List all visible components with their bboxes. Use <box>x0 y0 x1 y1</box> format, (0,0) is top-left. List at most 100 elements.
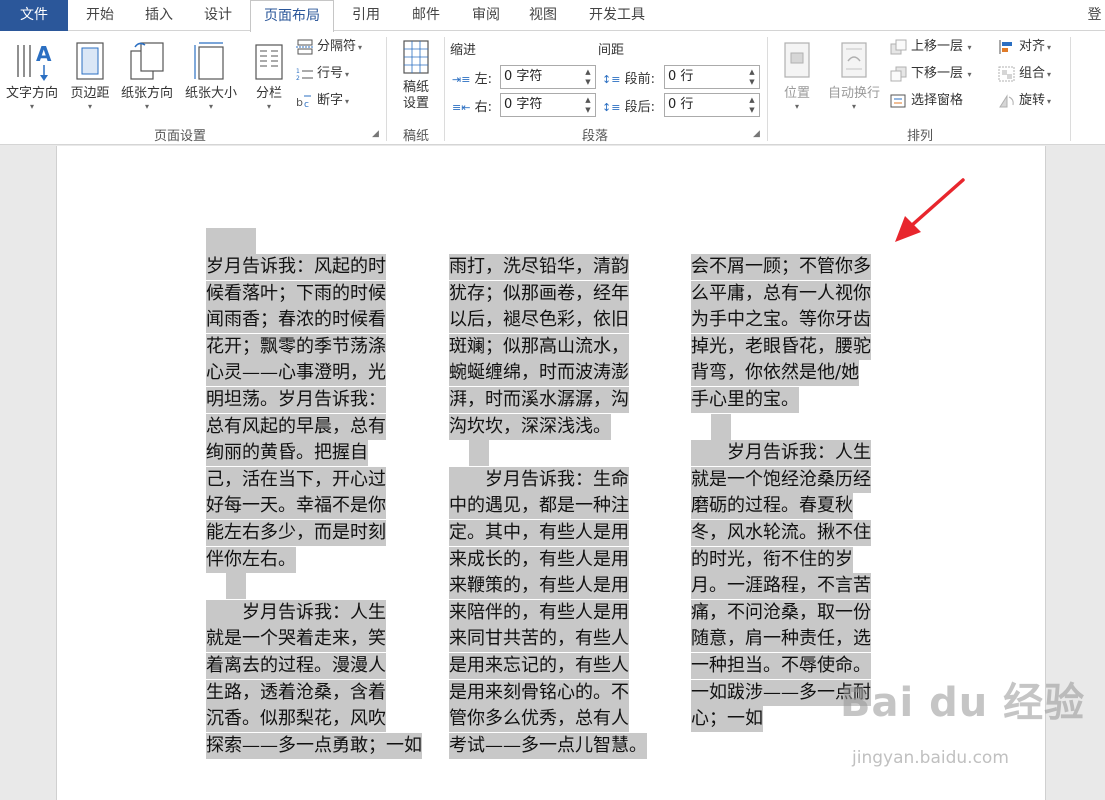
position-button[interactable]: 位置 ▾ <box>774 39 820 112</box>
indent-left-text: 左: <box>474 72 492 87</box>
tab-file[interactable]: 文件 <box>0 0 68 31</box>
rotate-button[interactable]: 旋转 ▾ <box>998 90 1051 112</box>
text-line: 伴你左右。 <box>206 547 296 573</box>
text-line: 蜿蜒缠绵，时而波涛澎 <box>449 360 629 386</box>
manuscript-settings-button[interactable]: 稿纸 设置 <box>392 39 440 112</box>
orientation-label: 纸张方向 <box>120 86 173 101</box>
text-line: 总有风起的早晨，总有 <box>206 414 386 440</box>
text-line <box>469 440 489 466</box>
group-separator <box>1070 37 1071 141</box>
text-line: 以后，褪尽色彩，依旧 <box>449 307 629 333</box>
breaks-label: 分隔符 <box>317 39 357 54</box>
text-line: 月。一涯路程，不言苦 <box>691 573 871 599</box>
text-direction-button[interactable]: A 文字方向 ▾ <box>2 39 62 112</box>
margins-button[interactable]: 页边距 ▾ <box>66 39 114 112</box>
dialog-launcher-icon[interactable]: ◢ <box>372 129 379 139</box>
group-separator <box>767 37 768 141</box>
spacing-after-icon: ↕≡ <box>602 101 621 114</box>
position-icon <box>784 42 810 78</box>
text-line: 磨砺的过程。春夏秋 <box>691 493 853 519</box>
page-size-label: 纸张大小 <box>184 86 237 101</box>
text-line: 绚丽的黄昏。把握自 <box>206 440 368 466</box>
text-line: 考试——多一点儿智慧。 <box>449 733 647 759</box>
watermark-brand: Bai du 经验 <box>840 680 1086 726</box>
page-size-button[interactable]: 纸张大小 ▾ <box>180 39 242 112</box>
text-line: 岁月告诉我：生命 <box>449 467 629 493</box>
tab-references[interactable]: 引用 <box>338 0 394 31</box>
bring-forward-button[interactable]: 上移一层 ▾ <box>890 36 972 58</box>
manuscript-label-line2: 设置 <box>402 96 429 111</box>
text-line: 痛，不问沧桑，取一份 <box>691 600 871 626</box>
text-line: 手心里的宝。 <box>691 387 799 413</box>
align-button[interactable]: 对齐 ▾ <box>998 36 1051 58</box>
text-line: 沟坎坎，深深浅浅。 <box>449 414 611 440</box>
chevron-down-icon: ▾ <box>345 70 350 79</box>
tab-home[interactable]: 开始 <box>72 0 128 31</box>
tab-design[interactable]: 设计 <box>190 0 246 31</box>
group-label: 组合 <box>1019 66 1046 81</box>
spinner-arrows-icon[interactable]: ▲ ▼ <box>747 67 757 87</box>
ribbon-tab-bar: 文件 开始 插入 设计 页面布局 引用 邮件 审阅 视图 开发工具 登 <box>0 0 1105 32</box>
hyphenation-button[interactable]: b c 断字 ▾ <box>296 90 349 112</box>
tab-review[interactable]: 审阅 <box>458 0 514 31</box>
send-backward-button[interactable]: 下移一层 ▾ <box>890 63 972 85</box>
text-line: 岁月告诉我：人生 <box>691 440 871 466</box>
indent-left-label: ⇥≡ 左: <box>452 68 492 87</box>
line-numbers-button[interactable]: 1 2 行号 ▾ <box>296 63 349 85</box>
manuscript-label-line1: 稿纸 <box>402 80 429 95</box>
spacing-before-spinner[interactable]: 0 行 ▲ ▼ <box>664 65 760 89</box>
chevron-down-icon: ▾ <box>266 102 271 111</box>
indent-left-icon: ⇥≡ <box>452 73 471 86</box>
svg-text:b: b <box>296 96 303 109</box>
selection-pane-label: 选择窗格 <box>911 93 964 108</box>
red-arrow-icon <box>895 178 965 242</box>
orientation-button[interactable]: 纸张方向 ▾ <box>116 39 178 112</box>
selection-pane-button[interactable]: 选择窗格 <box>890 90 963 112</box>
text-direction-icon: A <box>17 42 52 81</box>
text-line: 是用来刻骨铭心的。不 <box>449 680 629 706</box>
sign-in-link[interactable]: 登 <box>1084 0 1105 31</box>
spinner-arrows-icon[interactable]: ▲ ▼ <box>583 67 593 87</box>
svg-text:c: c <box>304 100 309 109</box>
chevron-down-icon: ▾ <box>1047 70 1052 79</box>
tab-page-layout[interactable]: 页面布局 <box>250 0 334 32</box>
svg-text:1: 1 <box>296 68 300 75</box>
chevron-down-icon: ▾ <box>87 102 92 111</box>
text-line: 就是一个饱经沧桑历经 <box>691 467 871 493</box>
spacing-before-value: 0 行 <box>668 69 694 84</box>
bring-forward-label: 上移一层 <box>911 39 964 54</box>
text-line: 生路，透着沧桑，含着 <box>206 680 386 706</box>
text-line: 探索——多一点勇敢；一如 <box>206 733 422 759</box>
chevron-down-icon: ▾ <box>1047 43 1052 52</box>
tab-insert[interactable]: 插入 <box>132 0 186 31</box>
text-line: 会不屑一顾；不管你多 <box>691 254 871 280</box>
indent-left-spinner[interactable]: 0 字符 ▲ ▼ <box>500 65 596 89</box>
spacing-after-spinner[interactable]: 0 行 ▲ ▼ <box>664 93 760 117</box>
breaks-button[interactable]: 分隔符 ▾ <box>296 36 362 58</box>
manuscript-icon <box>403 40 429 74</box>
chevron-down-icon: ▾ <box>345 97 350 106</box>
spinner-arrows-icon[interactable]: ▲ ▼ <box>747 95 757 115</box>
chevron-down-icon: ▾ <box>794 102 799 111</box>
spinner-arrows-icon[interactable]: ▲ ▼ <box>583 95 593 115</box>
dialog-launcher-icon[interactable]: ◢ <box>753 129 760 139</box>
indent-right-icon: ≡⇤ <box>452 101 471 114</box>
group-button[interactable]: 组合 ▾ <box>998 63 1051 85</box>
wrap-text-label: 自动换行 <box>827 86 880 101</box>
tab-mailings[interactable]: 邮件 <box>398 0 454 31</box>
text-direction-label: 文字方向 <box>5 86 58 101</box>
columns-label: 分栏 <box>255 86 282 101</box>
wrap-text-button[interactable]: 自动换行 ▾ <box>822 39 886 112</box>
align-icon <box>999 39 1012 54</box>
columns-button[interactable]: 分栏 ▾ <box>248 39 290 112</box>
ribbon: A 文字方向 ▾ 页边距 ▾ 纸张方向 ▾ 纸张大小 ▾ 分栏 ▾ 分隔符 ▾ … <box>0 31 1105 145</box>
spacing-header: 间距 <box>598 43 625 58</box>
spacing-before-icon: ↕≡ <box>602 73 621 86</box>
indent-right-spinner[interactable]: 0 字符 ▲ ▼ <box>500 93 596 117</box>
tab-view[interactable]: 视图 <box>518 0 568 31</box>
text-line: 雨打，洗尽铅华，清韵 <box>449 254 629 280</box>
text-line: 么平庸，总有一人视你 <box>691 281 871 307</box>
tab-developer[interactable]: 开发工具 <box>574 0 660 31</box>
text-line: 花开；飘零的季节荡涤 <box>206 334 386 360</box>
chevron-down-icon: ▾ <box>29 102 34 111</box>
